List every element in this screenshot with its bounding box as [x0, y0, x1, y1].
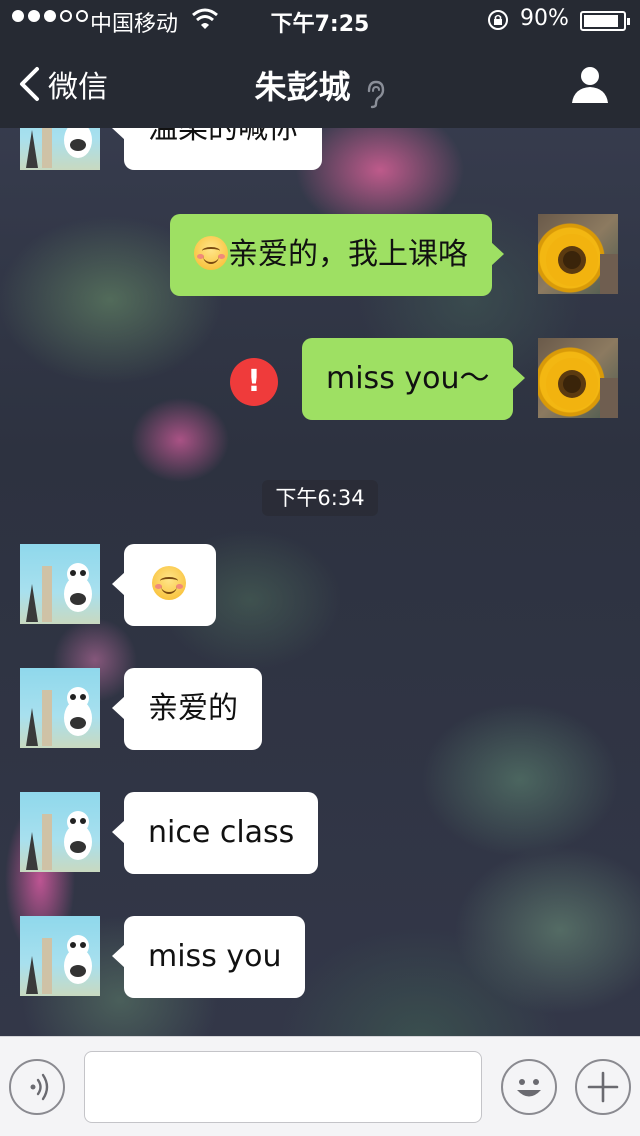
ear-icon — [367, 80, 384, 108]
chat-title: 朱彭城 — [0, 62, 640, 109]
message-text: nice class — [148, 815, 295, 850]
voice-button[interactable] — [9, 1059, 65, 1115]
friend-avatar[interactable] — [20, 792, 100, 872]
nav-bar: 微信 朱彭城 — [0, 40, 640, 128]
battery-icon — [580, 11, 630, 31]
smile-emoji-icon — [194, 235, 228, 270]
voice-icon — [30, 1073, 49, 1101]
message-bubble-incoming[interactable] — [112, 544, 216, 626]
rotation-lock-icon — [488, 10, 508, 30]
battery-percent: 90% — [520, 6, 569, 31]
message-bubble-outgoing[interactable]: miss you～ — [302, 338, 526, 420]
message-text: miss you～ — [326, 361, 490, 396]
top-bar: 中国移动 下午7:25 90% 微信 朱彭城 — [0, 0, 640, 128]
message-input[interactable] — [84, 1051, 482, 1123]
emoji-icon — [517, 1079, 541, 1097]
avatar-image — [26, 811, 92, 870]
emoji-button[interactable] — [501, 1059, 557, 1115]
message-list[interactable]: 温柔的喊你 亲爱的，我上课咯 ! miss you～ 下午6:34 亲爱的 ni… — [0, 128, 640, 1036]
plus-icon — [587, 1071, 619, 1103]
message-bubble-incoming[interactable]: miss you — [111, 916, 306, 998]
sunflower-avatar-image — [546, 234, 618, 294]
message-bubble-outgoing[interactable]: 亲爱的，我上课咯 — [170, 214, 504, 296]
message-bubble-incoming[interactable]: nice class — [111, 792, 319, 874]
message-bubble-incoming[interactable]: 亲爱的 — [112, 668, 262, 750]
message-text: 温柔的喊你 — [148, 128, 298, 146]
battery-fill — [584, 15, 618, 27]
contact-name: 朱彭城 — [254, 68, 351, 106]
person-icon[interactable] — [570, 64, 610, 104]
avatar-image — [26, 935, 92, 994]
message-text: 亲爱的 — [148, 691, 238, 726]
my-avatar[interactable] — [538, 214, 618, 294]
friend-avatar[interactable] — [20, 916, 100, 996]
timestamp-divider: 下午6:34 — [262, 480, 378, 516]
avatar-image — [26, 128, 92, 168]
plus-button[interactable] — [575, 1059, 631, 1115]
smile-emoji-icon — [152, 565, 186, 600]
battery-cap — [627, 18, 630, 25]
input-bar — [0, 1036, 640, 1136]
status-bar: 中国移动 下午7:25 90% — [0, 0, 640, 40]
friend-avatar[interactable] — [20, 128, 100, 170]
message-text: 亲爱的，我上课咯 — [228, 237, 468, 272]
avatar-image — [26, 563, 92, 622]
send-failed-icon[interactable]: ! — [230, 358, 278, 406]
message-bubble-incoming[interactable]: 温柔的喊你 — [112, 128, 322, 170]
sunflower-avatar-image — [546, 358, 618, 418]
friend-avatar[interactable] — [20, 544, 100, 624]
friend-avatar[interactable] — [20, 668, 100, 748]
avatar-image — [26, 687, 92, 746]
message-text: miss you — [148, 939, 282, 974]
my-avatar[interactable] — [538, 338, 618, 418]
